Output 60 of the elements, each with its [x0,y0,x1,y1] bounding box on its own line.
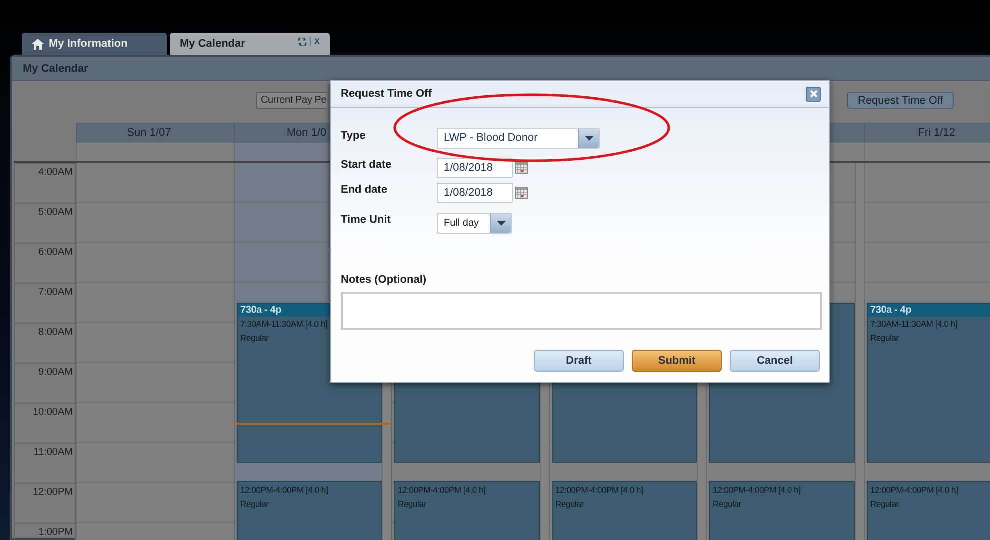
request-time-off-button[interactable]: Request Time Off [847,92,954,109]
tab[interactable]: My Calendar x [170,33,330,55]
field-label: Start date [341,159,393,171]
day-header: Sun 1/07 [76,123,234,143]
notes-field[interactable] [341,292,822,330]
hour-label: 12:00PM [32,487,73,498]
dropdown[interactable]: LWP - Blood Donor [437,128,600,148]
close-tab-button[interactable]: x [314,36,320,47]
shift-time: 12:00PM-4:00PM [4.0 h] [712,484,802,495]
refresh-icon[interactable] [298,38,308,46]
close-button[interactable] [806,86,821,102]
dialog-button[interactable]: Draft [534,350,624,372]
shift-time: 12:00PM-4:00PM [4.0 h] [554,484,644,495]
field-label: End date [341,184,388,196]
pay-period-button[interactable]: Current Pay Pe [256,92,327,109]
dialog-button[interactable]: Submit [632,350,722,372]
hour-label: 5:00AM [38,207,73,218]
calendar-icon[interactable] [515,162,528,174]
shift-time: 12:00PM-4:00PM [4.0 h] [397,484,487,495]
shift-type: Regular [240,498,270,509]
dropdown[interactable]: Full day [437,212,512,234]
shift-time: 7:30AM-11:30AM [4.0 h] [870,318,959,329]
shift-type: Regular [712,498,742,509]
hour-label: 9:00AM [38,367,73,378]
hour-label: 6:00AM [38,247,73,258]
shift-type: Regular [397,498,428,509]
day-header: Fri 1/12 [864,123,990,143]
shift-type: Regular [554,498,585,509]
home-icon [32,38,44,50]
field-label: Type [341,130,367,142]
all-day-cell[interactable] [864,143,990,161]
all-day-cell[interactable] [76,143,234,161]
date-field[interactable]: 1/08/2018 [437,158,513,178]
notes-label: Notes (Optional) [341,274,428,286]
caret-icon [496,220,506,226]
tab[interactable]: My Information [22,33,167,55]
hour-label: 4:00AM [38,167,73,178]
shift-time: 12:00PM-4:00PM [4.0 h] [240,484,330,495]
shift-time: 7:30AM-11:30AM [4.0 h] [240,318,329,329]
shift-title: 730a - 4p [868,304,990,317]
hour-label: 1:00PM [38,527,73,538]
hour-label: 7:00AM [38,287,73,298]
hour-label: 11:00AM [34,447,73,458]
caret-icon [584,136,594,140]
date-field[interactable]: 1/08/2018 [437,183,513,203]
tab-label: My Calendar [180,38,246,50]
dialog-button[interactable]: Cancel [730,350,820,372]
tab-label: My Information [49,38,128,50]
calendar-icon[interactable] [515,187,528,199]
shift-type: Regular [870,498,900,509]
hour-label: 8:00AM [38,327,73,338]
shift-block[interactable]: 730a - 4p 7:30AM-11:30AM [4.0 h] Regular [866,303,990,463]
panel-title: My Calendar [23,62,88,74]
shift-type: Regular [240,332,270,343]
shift-time: 12:00PM-4:00PM [4.0 h] [870,484,960,495]
hour-label: 10:00AM [32,407,73,418]
field-label: Time Unit [341,214,392,226]
dialog-title: Request Time Off [341,88,432,100]
shift-type: Regular [870,332,900,343]
close-icon [810,90,818,98]
